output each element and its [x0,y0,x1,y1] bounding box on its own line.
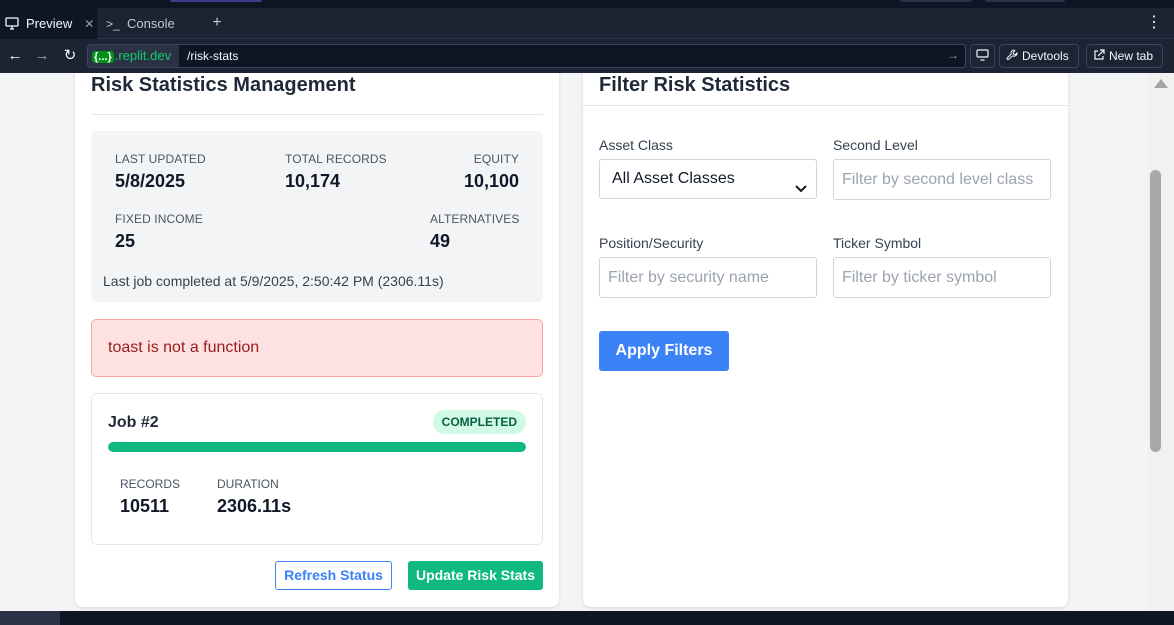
risk-stats-card: Risk Statistics Management LAST UPDATED … [75,73,559,607]
total-records-value: 10,174 [285,171,341,191]
duration-value: 2306.11s [217,496,292,516]
devtools-button[interactable]: Devtools [999,44,1079,68]
browser-tab-bar: Preview ✕ >_ Console + ⋮ [0,8,1174,39]
asset-class-value: All Asset Classes [612,170,735,187]
job-card: Job #2 COMPLETED RECORDS 10511 DURATION … [91,393,543,545]
wrench-icon [1006,48,1018,64]
go-arrow-icon[interactable]: → [947,48,959,62]
refresh-status-button[interactable]: Refresh Status [275,561,392,590]
window-bottom-strip [0,611,1174,625]
records-value: 10511 [120,496,170,516]
filter-card: Filter Risk Statistics Asset Class All A… [583,73,1068,607]
position-input[interactable]: Filter by security name [599,257,817,298]
device-icon [976,48,989,64]
job-title: Job #2 [108,414,159,431]
monitor-icon [4,16,20,32]
alternatives-value: 49 [430,231,451,251]
last-updated-value: 5/8/2025 [115,171,186,191]
fixed-income-value: 25 [115,231,136,251]
divider [583,105,1068,106]
scrollbar[interactable] [1147,73,1174,611]
url-path[interactable]: /risk-stats [187,45,238,67]
second-level-label: Second Level [833,137,918,153]
tab-preview[interactable]: Preview ✕ [0,8,97,39]
records-label: RECORDS [120,477,181,491]
error-alert: toast is not a function [91,319,543,377]
tab-console[interactable]: >_ Console [101,8,201,39]
reload-icon[interactable]: ↻ [61,47,79,65]
status-badge: COMPLETED [432,410,526,434]
scroll-up-icon[interactable] [1154,79,1168,88]
job-progress-bar [108,442,526,452]
page-viewport: Risk Statistics Management LAST UPDATED … [0,73,1147,611]
scroll-thumb[interactable] [1150,170,1161,452]
position-label: Position/Security [599,235,704,251]
device-preview-button[interactable] [970,44,995,68]
risk-stats-title: Risk Statistics Management [91,74,356,96]
alternatives-label: ALTERNATIVES [430,212,520,226]
second-level-input[interactable]: Filter by second level class [833,159,1051,200]
devtools-label: Devtools [1022,49,1069,63]
filter-title: Filter Risk Statistics [599,74,791,96]
tab-preview-label: Preview [26,16,73,31]
asset-class-label: Asset Class [599,137,673,153]
equity-value: 10,100 [463,171,519,191]
duration-label: DURATION [217,477,279,491]
divider [91,114,543,115]
last-job-status: Last job completed at 5/9/2025, 2:50:42 … [103,273,444,289]
stats-summary: LAST UPDATED 5/8/2025 TOTAL RECORDS 10,1… [91,131,543,302]
browser-url-bar: ← → ↻ {...} .replit.dev /risk-stats → Dev… [0,39,1174,73]
asset-class-select[interactable]: All Asset Classes [599,159,817,199]
equity-label: EQUITY [473,152,519,166]
apply-filters-button[interactable]: Apply Filters [599,331,729,371]
job-progress-fill [108,442,526,452]
window-top-strip [0,0,1174,8]
new-tab-label: New tab [1109,49,1154,63]
ticker-label: Ticker Symbol [833,235,922,251]
forward-arrow-icon[interactable]: → [33,47,51,65]
replit-badge: {...} [92,51,114,63]
url-domain: {...} .replit.dev [88,45,179,67]
update-risk-stats-button[interactable]: Update Risk Stats [408,561,543,590]
ticker-input[interactable]: Filter by ticker symbol [833,257,1051,298]
more-menu-icon[interactable]: ⋮ [1146,14,1162,32]
tab-console-label: Console [127,16,175,31]
domain-text: .replit.dev [114,48,172,63]
external-link-icon [1093,48,1105,64]
new-tab-button[interactable]: New tab [1086,44,1163,68]
fixed-income-label: FIXED INCOME [115,212,203,226]
last-updated-label: LAST UPDATED [115,152,206,166]
close-icon[interactable]: ✕ [84,17,94,31]
back-arrow-icon[interactable]: ← [6,47,24,65]
total-records-label: TOTAL RECORDS [285,152,387,166]
terminal-icon: >_ [106,16,120,31]
add-tab-icon[interactable]: + [208,14,226,32]
url-field[interactable]: {...} .replit.dev /risk-stats → [87,44,966,68]
chevron-down-icon [794,172,808,193]
